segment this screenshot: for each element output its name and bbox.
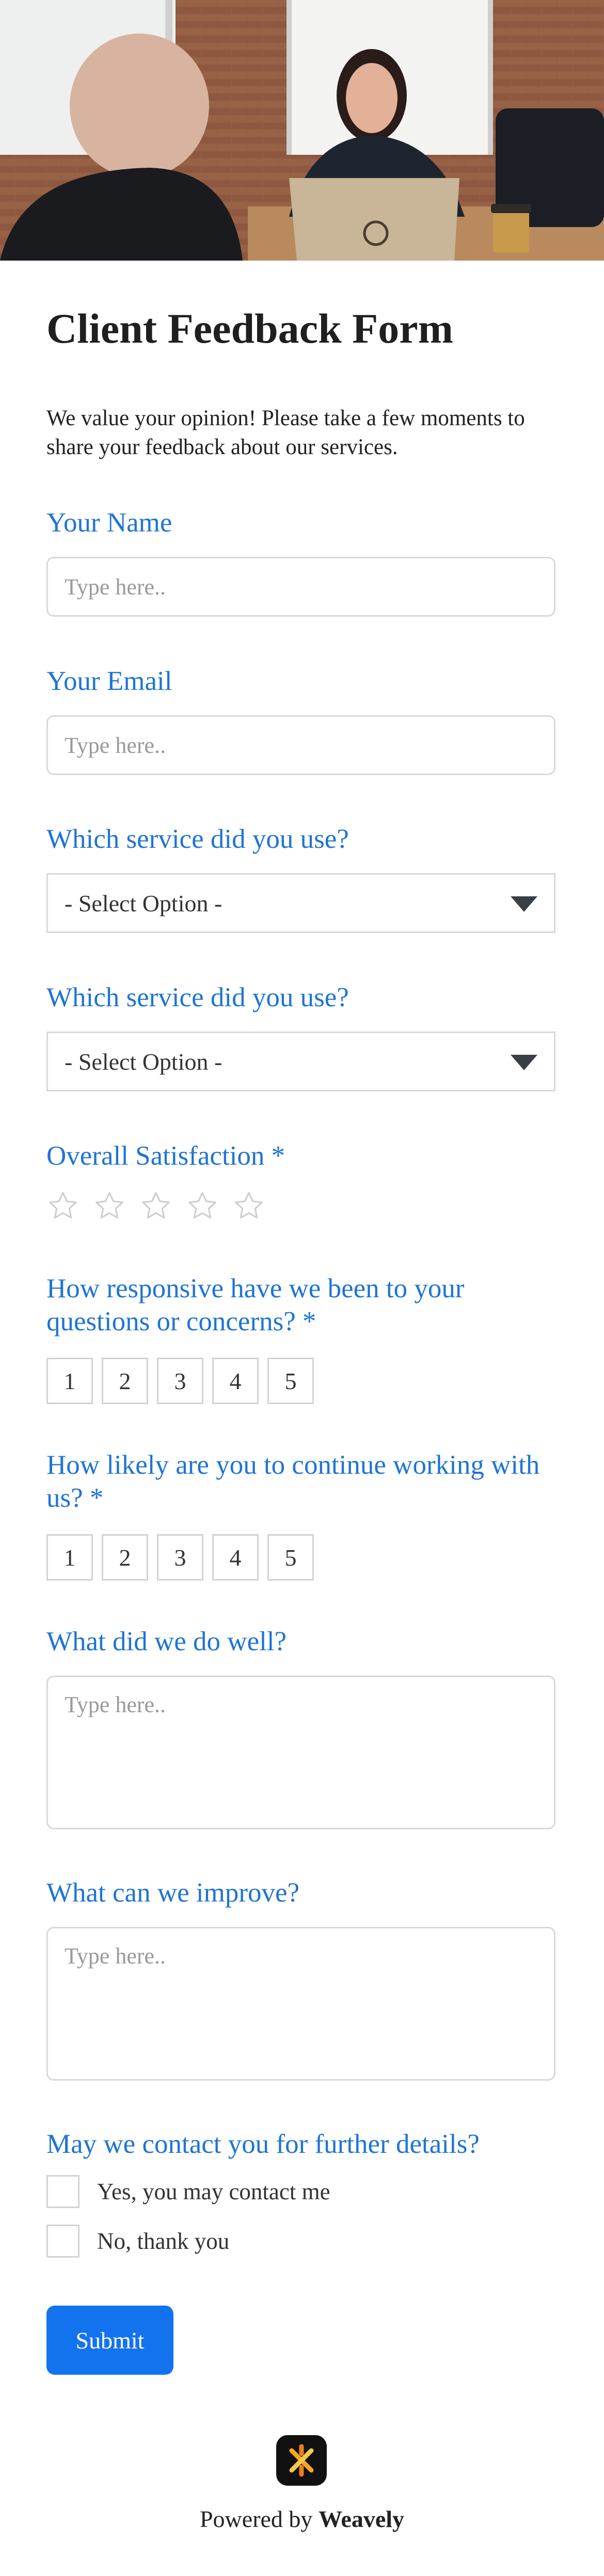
contact-yes-option[interactable]: Yes, you may contact me <box>46 2175 330 2208</box>
form-intro: We value your opinion! Please take a few… <box>46 406 525 459</box>
did-well-label: What did we do well? <box>46 1627 287 1656</box>
name-input[interactable] <box>46 557 555 617</box>
star-icon[interactable] <box>232 1189 265 1222</box>
star-icon[interactable] <box>46 1189 80 1222</box>
responsive-scale: 1 2 3 4 5 <box>46 1358 314 1404</box>
star-icon[interactable] <box>93 1189 126 1222</box>
satisfaction-label: Overall Satisfaction * <box>46 1141 285 1171</box>
form-title: Client Feedback Form <box>46 305 453 352</box>
powered-by: Powered by Weavely <box>0 2505 604 2533</box>
service-label-1: Which service did you use? <box>46 824 349 854</box>
star-icon[interactable] <box>139 1189 172 1222</box>
name-label: Your Name <box>46 508 172 538</box>
satisfaction-rating <box>46 1189 265 1222</box>
likely-scale: 1 2 3 4 5 <box>46 1534 314 1581</box>
scale-option[interactable]: 3 <box>157 1358 203 1404</box>
likely-label: How likely are you to continue working w… <box>46 1450 540 1513</box>
chevron-down-icon <box>511 896 537 912</box>
improve-textarea[interactable] <box>46 1927 555 2081</box>
checkbox[interactable] <box>46 2175 80 2208</box>
service-select-2[interactable]: - Select Option - <box>46 1032 555 1091</box>
scale-option[interactable]: 5 <box>267 1358 314 1404</box>
email-label: Your Email <box>46 666 172 696</box>
service-select-1-value: - Select Option - <box>65 890 222 916</box>
service-select-2-value: - Select Option - <box>65 1048 222 1075</box>
scale-option[interactable]: 1 <box>46 1534 93 1581</box>
weavely-logo-icon[interactable] <box>276 2435 327 2486</box>
checkbox[interactable] <box>46 2225 80 2258</box>
submit-button[interactable]: Submit <box>46 2306 173 2375</box>
hero-image <box>0 0 604 261</box>
email-input[interactable] <box>46 715 555 775</box>
service-label-2: Which service did you use? <box>46 983 349 1012</box>
star-icon[interactable] <box>186 1189 219 1222</box>
feedback-form: Client Feedback Form We value your opini… <box>0 261 604 2576</box>
chevron-down-icon <box>511 1055 537 1070</box>
scale-option[interactable]: 4 <box>212 1534 259 1581</box>
service-select-1[interactable]: - Select Option - <box>46 873 555 933</box>
contact-no-option[interactable]: No, thank you <box>46 2225 229 2258</box>
scale-option[interactable]: 2 <box>102 1534 148 1581</box>
scale-option[interactable]: 5 <box>267 1534 314 1581</box>
contact-yes-label: Yes, you may contact me <box>97 2179 330 2204</box>
contact-label: May we contact you for further details? <box>46 2129 480 2159</box>
scale-option[interactable]: 3 <box>157 1534 203 1581</box>
did-well-textarea[interactable] <box>46 1676 555 1829</box>
responsive-label: How responsive have we been to your ques… <box>46 1274 465 1337</box>
scale-option[interactable]: 4 <box>212 1358 259 1404</box>
contact-no-label: No, thank you <box>97 2228 230 2254</box>
scale-option[interactable]: 1 <box>46 1358 93 1404</box>
scale-option[interactable]: 2 <box>102 1358 148 1404</box>
brand-link[interactable]: Weavely <box>319 2506 404 2532</box>
powered-prefix: Powered by <box>199 2506 319 2532</box>
improve-label: What can we improve? <box>46 1878 300 1908</box>
